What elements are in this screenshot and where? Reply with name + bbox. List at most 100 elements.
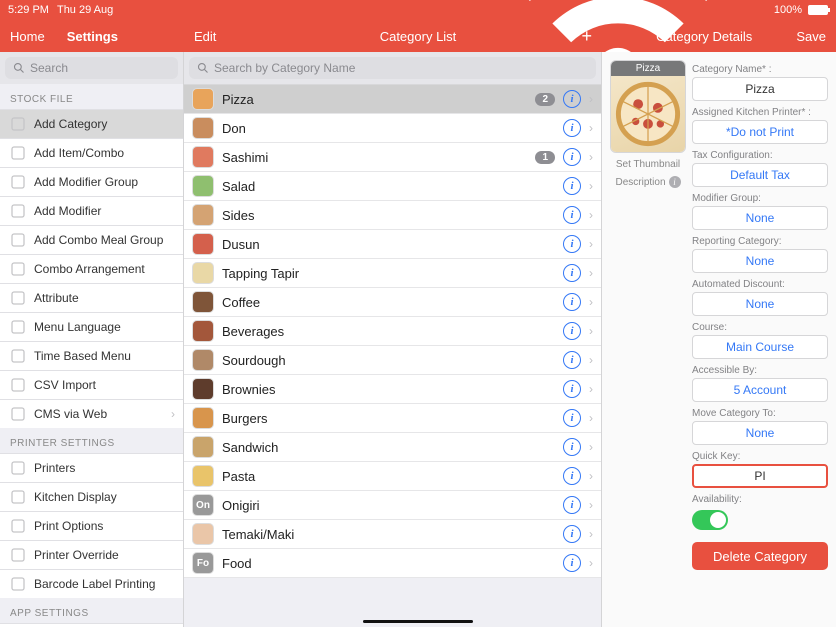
category-row[interactable]: Saladi› [184,172,601,201]
reporting-cat-select[interactable]: None [692,249,828,273]
category-row[interactable]: Browniesi› [184,375,601,404]
sidebar-item[interactable]: Add Modifier [0,196,183,225]
info-icon[interactable]: i [563,264,581,282]
sidebar-item[interactable]: Add Combo Meal Group [0,225,183,254]
category-row[interactable]: Pastai› [184,462,601,491]
search-icon [13,62,25,74]
info-icon[interactable]: i [563,148,581,166]
sidebar-item-label: Attribute [34,291,79,305]
info-icon[interactable]: i [563,206,581,224]
sidebar-item[interactable]: Kitchen Display [0,482,183,511]
item-icon [10,232,26,248]
course-select[interactable]: Main Course [692,335,828,359]
category-name-input[interactable]: Pizza [692,77,828,101]
info-icon[interactable]: i [563,496,581,514]
sidebar-item[interactable]: Printer Override [0,540,183,569]
sidebar-search[interactable]: Search [5,57,178,79]
category-name: Beverages [222,324,555,339]
sidebar-item[interactable]: CMS via Web› [0,399,183,428]
sidebar-item[interactable]: CSV Import [0,370,183,399]
item-icon [10,460,26,476]
sidebar-item-label: Add Modifier Group [34,175,138,189]
category-search[interactable]: Search by Category Name [189,57,596,79]
section-header: STOCK FILE [0,84,183,109]
sidebar-item[interactable]: General› [0,623,183,627]
info-icon[interactable]: i [563,467,581,485]
thumbnail-preview[interactable]: Pizza [610,60,686,153]
category-row[interactable]: FoFoodi› [184,549,601,578]
discount-select[interactable]: None [692,292,828,316]
info-icon[interactable]: i [669,176,681,188]
sidebar-item-label: CMS via Web [34,407,107,421]
sidebar-item-label: Add Item/Combo [34,146,124,160]
info-icon[interactable]: i [563,554,581,572]
info-icon[interactable]: i [563,90,581,108]
info-icon[interactable]: i [563,322,581,340]
sidebar-item[interactable]: Printers [0,453,183,482]
category-row[interactable]: Beveragesi› [184,317,601,346]
list-title: Category List [210,29,626,44]
chevron-right-icon: › [589,92,593,106]
category-row[interactable]: Sashimi1i› [184,143,601,172]
sidebar-item[interactable]: Time Based Menu [0,341,183,370]
category-name: Burgers [222,411,555,426]
category-row[interactable]: Sidesi› [184,201,601,230]
sidebar-item[interactable]: Barcode Label Printing [0,569,183,598]
category-row[interactable]: Doni › [184,114,601,143]
info-icon[interactable]: i [563,235,581,253]
category-row[interactable]: Pizza2i› [184,85,601,114]
category-name: Dusun [222,237,555,252]
category-name: Temaki/Maki [222,527,555,542]
home-link[interactable]: Home [10,29,45,44]
move-cat-select[interactable]: None [692,421,828,445]
category-name: Don [222,121,555,136]
accessible-select[interactable]: 5 Account [692,378,828,402]
category-row[interactable]: OnOnigirii› [184,491,601,520]
info-icon[interactable]: i [563,351,581,369]
item-icon [10,547,26,563]
category-row[interactable]: Tapping Tapiri› [184,259,601,288]
category-name: Coffee [222,295,555,310]
chevron-right-icon: › [589,208,593,222]
save-button[interactable]: Save [796,29,826,44]
tax-select[interactable]: Default Tax [692,163,828,187]
availability-toggle[interactable] [692,510,728,530]
info-icon[interactable]: i [563,119,581,137]
sidebar-item[interactable]: Attribute [0,283,183,312]
category-row[interactable]: Temaki/Makii› [184,520,601,549]
sidebar-item[interactable]: Print Options [0,511,183,540]
sidebar-item[interactable]: Combo Arrangement [0,254,183,283]
info-icon[interactable]: i [563,409,581,427]
info-icon[interactable]: i [563,293,581,311]
category-name-label: Category Name* : [692,64,828,75]
sidebar-item[interactable]: Add Category [0,109,183,138]
category-thumb [192,523,214,545]
chevron-right-icon: › [589,121,593,135]
info-icon[interactable]: i [563,380,581,398]
printer-select[interactable]: *Do not Print [692,120,828,144]
category-row[interactable]: Burgers i › [184,404,601,433]
category-thumb [192,407,214,429]
details-title: Category Details [656,29,752,44]
sidebar-item[interactable]: Add Modifier Group [0,167,183,196]
sidebar-item[interactable]: Add Item/Combo [0,138,183,167]
status-time: 5:29 PM [8,4,49,16]
category-row[interactable]: Coffeei› [184,288,601,317]
sidebar-item-label: Barcode Label Printing [34,577,155,591]
search-icon [197,62,209,74]
quickkey-input[interactable]: PI [692,464,828,488]
header-bar: Home Settings Edit Category List + Categ… [0,20,836,52]
category-row[interactable]: Dusuni› [184,230,601,259]
info-icon[interactable]: i [563,525,581,543]
sidebar-item[interactable]: Menu Language [0,312,183,341]
item-icon [10,174,26,190]
info-icon[interactable]: i [563,177,581,195]
modifier-group-select[interactable]: None [692,206,828,230]
category-row[interactable]: Sourdoughi› [184,346,601,375]
category-row[interactable]: Sandwichi› [184,433,601,462]
chevron-right-icon: › [589,556,593,570]
description-label: Description [615,177,665,188]
chevron-right-icon: › [589,411,593,425]
delete-category-button[interactable]: Delete Category [692,542,828,570]
info-icon[interactable]: i [563,438,581,456]
